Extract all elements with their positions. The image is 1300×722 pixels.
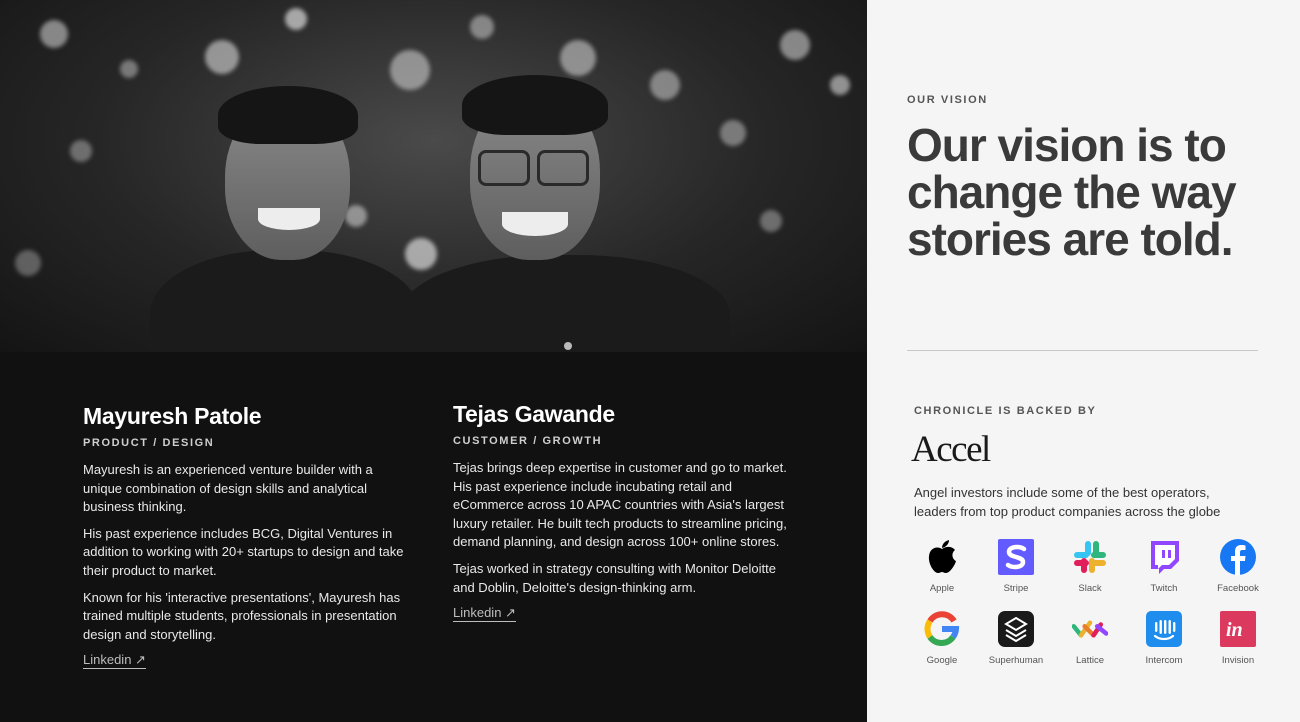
member-role: PRODUCT / DESIGN — [83, 437, 215, 449]
investor-intercom: Intercom — [1127, 611, 1201, 666]
investor-name: Slack — [1078, 583, 1102, 594]
member-bio: His past experience includes BCG, Digita… — [83, 525, 404, 578]
member-bio: Mayuresh is an experienced venture build… — [83, 462, 373, 515]
investor-logo-grid: Apple Stripe Slack Twitch Facebook Googl… — [905, 539, 1275, 666]
superhuman-icon — [998, 611, 1034, 647]
investor-name: Twitch — [1150, 583, 1178, 594]
member-card-tejas: Tejas Gawande CUSTOMER / GROWTH Tejas br… — [453, 400, 798, 623]
investor-stripe: Stripe — [979, 539, 1053, 594]
investor-twitch: Twitch — [1127, 539, 1201, 594]
member-role: CUSTOMER / GROWTH — [453, 435, 603, 447]
accel-logo: Accel — [911, 429, 991, 470]
member-name: Mayuresh Patole — [83, 403, 262, 429]
slack-icon — [1072, 539, 1108, 575]
intercom-icon — [1146, 611, 1182, 647]
linkedin-link[interactable]: Linkedin ↗ — [453, 605, 516, 623]
member-bio: Known for his 'interactive presentations… — [83, 589, 401, 642]
investor-lattice: Lattice — [1053, 611, 1127, 666]
investor-superhuman: Superhuman — [979, 611, 1053, 666]
photo-dot — [564, 342, 572, 350]
stripe-icon — [998, 539, 1034, 575]
investor-name: Invision — [1221, 655, 1255, 666]
google-icon — [924, 611, 960, 647]
backers-eyebrow: CHRONICLE IS BACKED BY — [914, 405, 1097, 417]
investor-name: Lattice — [1076, 655, 1104, 666]
member-card-mayuresh: Mayuresh Patole PRODUCT / DESIGN Mayures… — [83, 402, 413, 670]
investor-name: Stripe — [1003, 583, 1029, 594]
lattice-icon — [1072, 611, 1108, 647]
svg-text:in: in — [1226, 619, 1243, 641]
investor-apple: Apple — [905, 539, 979, 594]
team-section: Mayuresh Patole PRODUCT / DESIGN Mayures… — [0, 0, 867, 722]
section-divider — [907, 350, 1258, 351]
linkedin-link[interactable]: Linkedin ↗ — [83, 652, 146, 670]
apple-icon — [924, 539, 960, 575]
investor-facebook: Facebook — [1201, 539, 1275, 594]
founders-photo — [0, 0, 867, 352]
twitch-icon — [1146, 539, 1182, 575]
invision-icon: in — [1220, 611, 1256, 647]
member-bio: Tejas brings deep expertise in customer … — [453, 460, 787, 550]
investor-name: Google — [926, 655, 958, 666]
investor-name: Intercom — [1145, 655, 1183, 666]
investor-slack: Slack — [1053, 539, 1127, 594]
member-name: Tejas Gawande — [453, 401, 615, 427]
vision-statement: Our vision is to change the way stories … — [907, 119, 1237, 265]
vision-section: OUR VISION Our vision is to change the w… — [867, 0, 1300, 722]
investor-name: Facebook — [1217, 583, 1259, 594]
member-bio: Tejas worked in strategy consulting with… — [453, 560, 776, 595]
investor-invision: in Invision — [1201, 611, 1275, 666]
investor-name: Superhuman — [988, 655, 1044, 666]
vision-eyebrow: OUR VISION — [907, 94, 988, 106]
investors-description: Angel investors include some of the best… — [914, 485, 1221, 519]
investor-google: Google — [905, 611, 979, 666]
facebook-icon — [1220, 539, 1256, 575]
investor-name: Apple — [929, 583, 955, 594]
